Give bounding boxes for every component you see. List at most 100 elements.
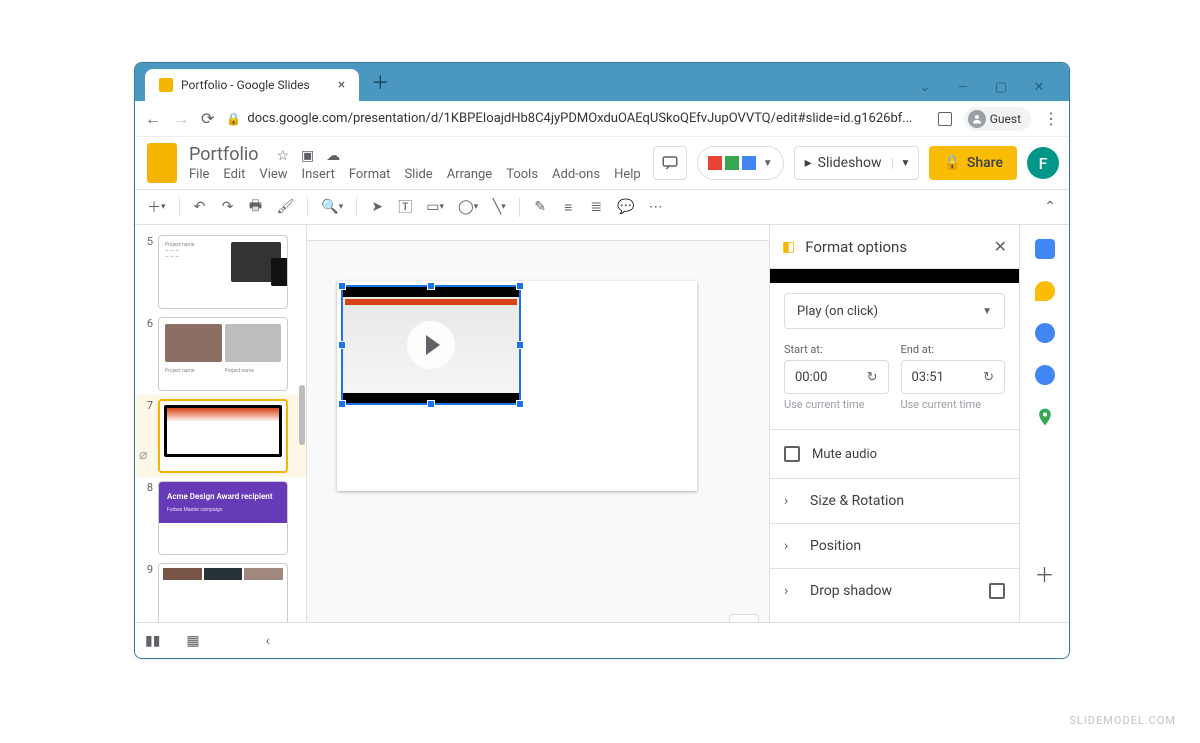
new-slide-button[interactable]: ＋▾ (143, 195, 170, 219)
side-dock: ＋ › (1019, 225, 1069, 654)
slide-thumbnail[interactable]: 6 Project nameProject name (135, 313, 306, 395)
undo-button[interactable]: ↶ (189, 195, 211, 219)
shape-tool[interactable]: ◯▾ (454, 195, 482, 219)
share-button[interactable]: 🔒 Share (929, 146, 1017, 180)
editor-canvas[interactable]: ✦ (307, 225, 769, 654)
refresh-icon[interactable]: ↻ (983, 370, 994, 385)
account-avatar[interactable]: F (1027, 147, 1059, 179)
panel-close-icon[interactable]: ✕ (994, 237, 1007, 256)
meet-button[interactable]: ▼ (697, 146, 784, 180)
mask-tool[interactable]: ≡ (557, 195, 579, 219)
titlebar: Portfolio - Google Slides × ＋ ⌄ ― ▢ ✕ (135, 63, 1069, 101)
toggle-reader-icon[interactable] (938, 112, 952, 126)
slideshow-dropdown[interactable]: ▼ (892, 158, 919, 169)
resize-handle[interactable] (338, 282, 346, 290)
chevron-down-icon[interactable]: ⌄ (913, 80, 937, 95)
filmstrip[interactable]: 5 Project name― ― ―― ― ― 6 Project nameP… (135, 225, 307, 654)
new-tab-button[interactable]: ＋ (371, 69, 389, 95)
doc-title[interactable]: Portfolio (189, 144, 258, 165)
crop-tool[interactable]: ✎ (529, 195, 551, 219)
more-tools[interactable]: ⋯ (645, 195, 667, 219)
image-tool[interactable]: ▭▾ (422, 195, 448, 219)
menu-format[interactable]: Format (349, 167, 391, 182)
back-button[interactable]: ← (145, 109, 161, 129)
paint-format-button[interactable]: 🖌 (273, 195, 299, 219)
use-current-start[interactable]: Use current time (784, 398, 889, 411)
browser-menu-icon[interactable]: ⋮ (1043, 109, 1059, 128)
section-position[interactable]: › Position (770, 523, 1019, 568)
browser-tab[interactable]: Portfolio - Google Slides × (145, 69, 359, 101)
start-time-input[interactable]: 00:00 ↻ (784, 360, 889, 394)
menu-insert[interactable]: Insert (302, 167, 335, 182)
star-icon[interactable]: ☆ (276, 148, 289, 164)
resize-handle[interactable] (338, 341, 346, 349)
textbox-tool[interactable]: 🅃 (394, 195, 416, 219)
maps-icon[interactable] (1035, 407, 1055, 427)
comment-tool[interactable]: 💬 (613, 195, 638, 219)
calendar-icon[interactable] (1035, 239, 1055, 259)
contacts-icon[interactable] (1035, 365, 1055, 385)
window-controls: ⌄ ― ▢ ✕ (913, 80, 1063, 101)
add-addon-button[interactable]: ＋ (1035, 559, 1055, 588)
video-object-selected[interactable] (341, 285, 521, 405)
select-tool[interactable]: ➤ (366, 195, 388, 219)
chevron-right-icon: › (784, 538, 798, 554)
chevron-right-icon: › (784, 583, 798, 599)
menu-file[interactable]: File (189, 167, 209, 182)
slides-logo-icon[interactable] (147, 143, 177, 183)
close-window-icon[interactable]: ✕ (1027, 80, 1051, 95)
play-overlay-icon[interactable] (407, 321, 455, 369)
slide-thumbnail[interactable]: 8 Acme Design Award recipientForbes Mast… (135, 477, 306, 559)
url-display[interactable]: 🔒 docs.google.com/presentation/d/1KBPEIo… (226, 111, 925, 126)
resize-handle[interactable] (516, 400, 524, 408)
section-size-rotation[interactable]: › Size & Rotation (770, 478, 1019, 523)
use-current-end[interactable]: Use current time (901, 398, 1006, 411)
redo-button[interactable]: ↷ (217, 195, 239, 219)
slide[interactable] (337, 281, 697, 491)
play-mode-dropdown[interactable]: Play (on click) ▼ (784, 293, 1005, 329)
zoom-button[interactable]: 🔍▾ (317, 195, 347, 219)
menu-edit[interactable]: Edit (223, 167, 245, 182)
reset-tool[interactable]: ≣ (585, 195, 607, 219)
reload-button[interactable]: ⟳ (201, 109, 214, 128)
print-button[interactable]: 🖶 (245, 195, 267, 219)
resize-handle[interactable] (516, 341, 524, 349)
menu-slide[interactable]: Slide (404, 167, 432, 182)
url-text: docs.google.com/presentation/d/1KBPEIoaj… (247, 111, 912, 126)
end-time-input[interactable]: 03:51 ↻ (901, 360, 1006, 394)
collapse-toolbar[interactable]: ⌃ (1039, 195, 1061, 219)
profile-chip[interactable]: Guest (964, 107, 1031, 131)
slide-thumbnail-selected[interactable]: 7 (135, 395, 306, 477)
resize-handle[interactable] (516, 282, 524, 290)
collapse-filmstrip-icon[interactable]: ‹ (266, 633, 270, 649)
comments-button[interactable] (653, 146, 687, 180)
grid-view-icon[interactable]: ▦ (186, 633, 199, 649)
forward-button[interactable]: → (173, 109, 189, 129)
refresh-icon[interactable]: ↻ (867, 370, 878, 385)
menu-view[interactable]: View (259, 167, 287, 182)
minimize-icon[interactable]: ― (951, 80, 975, 95)
resize-handle[interactable] (338, 400, 346, 408)
menu-tools[interactable]: Tools (506, 167, 538, 182)
maximize-icon[interactable]: ▢ (989, 80, 1013, 95)
end-label: End at: (901, 343, 1006, 356)
menu-addons[interactable]: Add-ons (552, 167, 600, 182)
line-tool[interactable]: ╲▾ (488, 195, 510, 219)
slideshow-button[interactable]: ▸Slideshow ▼ (794, 146, 920, 180)
keep-icon[interactable] (1035, 281, 1055, 301)
move-icon[interactable]: ▣ (301, 148, 314, 164)
filmstrip-view-icon[interactable]: ▮▮ (145, 633, 160, 649)
cloud-saved-icon[interactable]: ☁ (326, 148, 340, 164)
tab-close-icon[interactable]: × (338, 77, 345, 93)
section-drop-shadow[interactable]: › Drop shadow (770, 568, 1019, 613)
mute-audio-checkbox[interactable]: Mute audio (784, 430, 1005, 478)
menu-help[interactable]: Help (614, 167, 641, 182)
resize-handle[interactable] (427, 282, 435, 290)
lock-icon: 🔒 (226, 112, 241, 126)
filmstrip-scrollbar[interactable] (299, 385, 305, 445)
menu-arrange[interactable]: Arrange (447, 167, 492, 182)
start-label: Start at: (784, 343, 889, 356)
tasks-icon[interactable] (1035, 323, 1055, 343)
resize-handle[interactable] (427, 400, 435, 408)
slide-thumbnail[interactable]: 5 Project name― ― ―― ― ― (135, 231, 306, 313)
